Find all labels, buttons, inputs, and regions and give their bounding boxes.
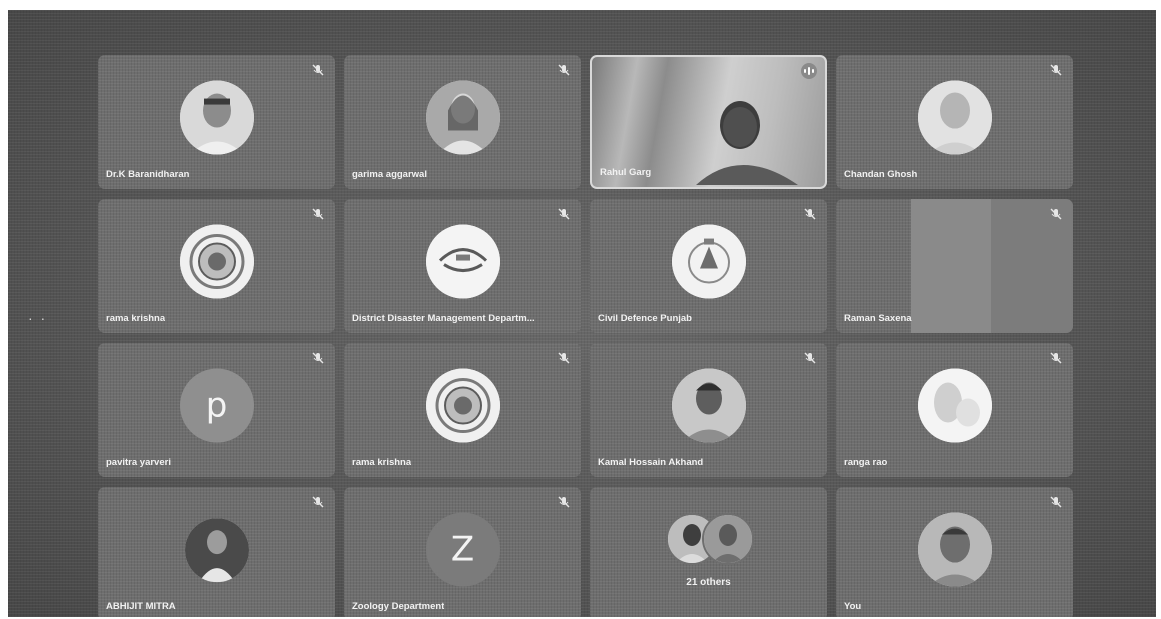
participant-name: ABHIJIT MITRA [106,601,176,612]
mic-off-icon [557,351,571,365]
mic-off-icon [803,207,817,221]
participant-tile[interactable]: garima aggarwal [344,55,581,189]
initial-avatar: p [179,368,254,443]
participant-tile[interactable]: District Disaster Management Departm... [344,199,581,333]
mic-off-icon [1049,63,1063,77]
mic-off-icon [1049,351,1063,365]
more-dots-icon[interactable]: · · [28,310,47,326]
participant-name: Zoology Department [352,601,445,612]
participant-video [688,95,812,185]
mic-off-icon [557,495,571,509]
participant-tile[interactable]: rama krishna [344,343,581,477]
participant-avatar [917,80,992,155]
participant-tile[interactable]: rama krishna [98,199,335,333]
mic-off-icon [311,351,325,365]
participant-tile[interactable]: Raman Saxena [836,199,1073,333]
initial-avatar: Z [425,512,500,587]
participant-name: Kamal Hossain Akhand [598,457,704,468]
video-pane [911,199,991,333]
participant-tile[interactable]: p pavitra yarveri [98,343,335,477]
participant-avatar [917,368,992,443]
participant-tile[interactable]: ranga rao [836,343,1073,477]
participant-tile[interactable]: Z Zoology Department [344,487,581,617]
others-tile[interactable]: 21 others [590,487,827,617]
mic-off-icon [557,207,571,221]
participant-tile[interactable]: Dr.K Baranidharan [98,55,335,189]
mic-off-icon [557,63,571,77]
mic-off-icon [311,207,325,221]
emblem-avatar [671,224,746,299]
participant-avatar [184,518,249,583]
participant-name: ranga rao [844,457,888,468]
audio-levels-icon [801,63,817,79]
participant-avatar [701,512,754,565]
participant-tile[interactable]: ABHIJIT MITRA [98,487,335,617]
participant-tile[interactable]: Kamal Hossain Akhand [590,343,827,477]
participant-grid: Dr.K Baranidharan garima aggarwal Rahul … [98,55,1073,617]
mic-off-icon [1049,207,1063,221]
participant-name: pavitra yarveri [106,457,171,468]
others-avatar-stack [665,512,754,565]
participant-name: rama krishna [106,313,166,324]
participant-name: rama krishna [352,457,412,468]
mic-off-icon [803,351,817,365]
participant-name: Civil Defence Punjab [598,313,692,324]
participant-name: Chandan Ghosh [844,169,918,180]
participant-video-tile[interactable]: Rahul Garg [590,55,827,189]
participant-name: Dr.K Baranidharan [106,169,190,180]
participant-tile[interactable]: Civil Defence Punjab [590,199,827,333]
participant-name: Rahul Garg [600,167,652,178]
others-count-label: 21 others [686,577,731,588]
mic-off-icon [1049,495,1063,509]
mic-off-icon [311,495,325,509]
participant-avatar [671,368,746,443]
mic-off-icon [311,63,325,77]
participant-name: Raman Saxena [844,313,912,324]
self-tile[interactable]: You [836,487,1073,617]
participant-name: You [844,601,862,612]
participant-avatar [425,80,500,155]
logo-avatar [425,224,500,299]
participant-tile[interactable]: Chandan Ghosh [836,55,1073,189]
participant-name: garima aggarwal [352,169,427,180]
participant-name: District Disaster Management Departm... [352,313,535,324]
emblem-avatar [179,224,254,299]
meeting-screen: · · Dr.K Baranidharan garima aggarwal Ra… [8,10,1156,617]
participant-avatar [179,80,254,155]
self-avatar [917,512,992,587]
emblem-avatar [425,368,500,443]
